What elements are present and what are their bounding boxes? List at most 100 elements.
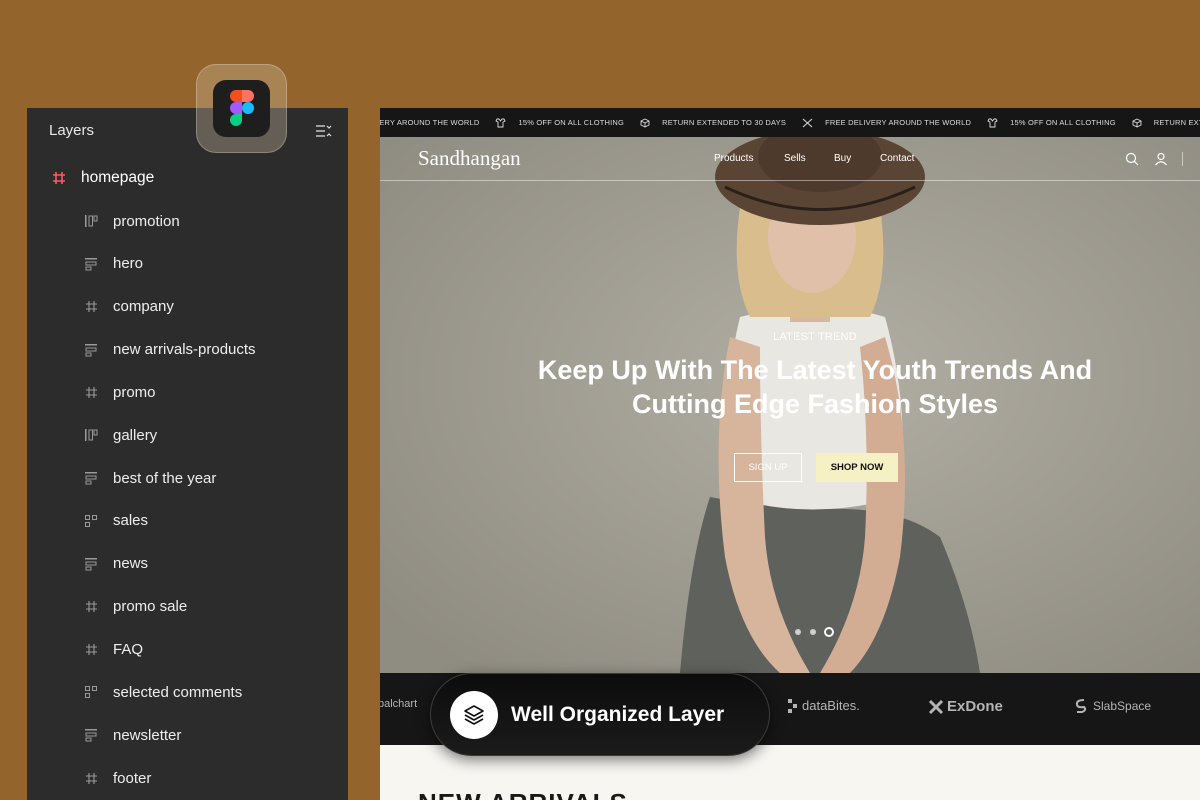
layers-panel: Layers homepage promotion hero company new … xyxy=(27,108,348,800)
layer-label: promo xyxy=(113,383,156,401)
layer-label: hero xyxy=(113,255,144,273)
user-icon[interactable] xyxy=(1154,152,1168,166)
layer-row[interactable]: promo xyxy=(83,380,156,404)
ticker-item: RETURN EXTENDED TO 30 DAYS xyxy=(640,117,787,128)
layer-row[interactable]: footer xyxy=(83,766,151,790)
carousel-dot-active[interactable] xyxy=(824,627,834,637)
layer-label: selected comments xyxy=(113,683,243,701)
layer-row[interactable]: best of the year xyxy=(83,466,216,490)
slabspace-icon xyxy=(1075,699,1087,713)
layer-row[interactable]: company xyxy=(83,295,174,319)
announcement-ticker: VERY AROUND THE WORLD 15% OFF ON ALL CLOT… xyxy=(380,108,1200,137)
frame-icon xyxy=(51,170,67,186)
grid-layout-icon xyxy=(83,513,99,529)
databites-icon xyxy=(788,698,797,713)
frame-icon xyxy=(83,299,99,315)
layer-row[interactable]: FAQ xyxy=(83,638,143,662)
layers-options-icon[interactable] xyxy=(314,122,332,140)
ticker-item: RETURN EXTENDED TO 30 DAYS xyxy=(1132,117,1200,128)
nav-link-contact[interactable]: Contact xyxy=(880,153,914,164)
vertical-layout-icon xyxy=(83,470,99,486)
layer-row[interactable]: sales xyxy=(83,509,148,533)
layer-row[interactable]: newsletter xyxy=(83,723,181,747)
layer-row[interactable]: new arrivals-products xyxy=(83,338,256,362)
layer-row[interactable]: promotion xyxy=(83,209,180,233)
layer-label: promo sale xyxy=(113,598,188,616)
box-icon xyxy=(1132,117,1148,128)
shirt-icon xyxy=(495,118,512,128)
ticker-text: RETURN EXTENDED TO 30 DAYS xyxy=(662,118,787,127)
layer-label: FAQ xyxy=(113,641,144,658)
ticker-text: RETURN EXTENDED TO 30 DAYS xyxy=(1153,118,1200,127)
layer-label: sales xyxy=(113,512,149,530)
nav-divider xyxy=(1182,152,1183,166)
hero-title-line: Cutting Edge Fashion Styles xyxy=(631,389,999,419)
shirt-icon xyxy=(987,118,1004,128)
partner-logo: balchart xyxy=(380,698,417,710)
layer-label: new arrivals-products xyxy=(113,341,256,359)
layer-row[interactable]: promo sale xyxy=(83,595,187,619)
partner-logo-text: SlabSpace xyxy=(1093,699,1152,713)
partner-logo: ExDone xyxy=(928,698,1003,715)
ticker-item: 15% OFF ON ALL CLOTHING xyxy=(987,118,1116,128)
layer-label: promotion xyxy=(113,212,180,230)
vertical-layout-icon xyxy=(83,342,99,358)
partner-logo-text: ExDone xyxy=(947,698,1003,715)
partner-logo-text: dataBites. xyxy=(802,698,860,713)
site-navbar: Sandhangan Products Sells Buy Contact xyxy=(380,137,1200,181)
ticker-text: FREE DELIVERY AROUND THE WORLD xyxy=(825,118,972,127)
layer-row[interactable]: hero xyxy=(83,252,143,276)
vertical-layout-icon xyxy=(83,727,99,743)
nav-link-products[interactable]: Products xyxy=(714,153,753,164)
carousel-dot[interactable] xyxy=(795,629,801,635)
frame-icon xyxy=(83,642,99,658)
horizontal-layout-icon xyxy=(83,427,99,443)
nav-link-sells[interactable]: Sells xyxy=(784,153,806,164)
box-icon xyxy=(640,117,656,128)
search-icon[interactable] xyxy=(1125,152,1139,166)
ticker-text: 15% OFF ON ALL CLOTHING xyxy=(1010,118,1116,127)
figma-app-badge xyxy=(196,64,287,153)
brand-logo[interactable]: Sandhangan xyxy=(418,146,521,171)
ticker-item: 15% OFF ON ALL CLOTHING xyxy=(495,118,624,128)
layer-label: footer xyxy=(113,769,152,787)
hero-section: Sandhangan Products Sells Buy Contact LA… xyxy=(380,137,1200,673)
delivery-icon xyxy=(802,118,819,128)
frame-icon xyxy=(83,599,99,615)
figma-logo-icon xyxy=(229,89,254,126)
frame-icon xyxy=(83,384,99,400)
hero-title: Keep Up With The Latest Youth Trends And… xyxy=(380,353,1200,421)
exdone-icon xyxy=(928,699,944,714)
partner-logo: dataBites. xyxy=(788,698,860,713)
hero-eyebrow: LATEST TREND xyxy=(773,331,857,343)
grid-layout-icon xyxy=(83,684,99,700)
section-title-new-arrivals: NEW ARRIVALS xyxy=(418,788,628,800)
partner-logo: SlabSpace xyxy=(1074,698,1151,714)
layer-label: newsletter xyxy=(113,726,182,744)
frame-icon xyxy=(83,770,99,786)
shop-now-button[interactable]: SHOP NOW xyxy=(816,453,898,482)
layer-label: company xyxy=(113,298,174,316)
sign-up-button[interactable]: SIGN UP xyxy=(734,453,802,482)
layer-label: news xyxy=(113,555,149,573)
layer-row[interactable]: news xyxy=(83,552,148,576)
layers-stack-icon xyxy=(464,705,484,725)
layer-label: homepage xyxy=(81,169,155,186)
ticker-item: VERY AROUND THE WORLD xyxy=(380,118,479,128)
horizontal-layout-icon xyxy=(83,213,99,229)
vertical-layout-icon xyxy=(83,256,99,272)
vertical-layout-icon xyxy=(83,556,99,572)
ticker-item: FREE DELIVERY AROUND THE WORLD xyxy=(802,118,971,128)
layer-row[interactable]: gallery xyxy=(83,423,157,447)
nav-link-buy[interactable]: Buy xyxy=(834,153,851,164)
layer-label: best of the year xyxy=(113,469,217,487)
layer-row[interactable]: selected comments xyxy=(83,680,242,704)
hero-title-line: Keep Up With The Latest Youth Trends And xyxy=(537,355,1093,385)
ticker-text: VERY AROUND THE WORLD xyxy=(380,118,480,127)
layer-row-homepage[interactable]: homepage xyxy=(51,166,154,190)
layers-stack-icon-wrap xyxy=(450,691,498,739)
carousel-dot[interactable] xyxy=(810,629,816,635)
feature-badge-text: Well Organized Layer xyxy=(511,703,725,726)
feature-badge: Well Organized Layer xyxy=(430,673,770,756)
partner-logo-text: balchart xyxy=(380,698,418,710)
